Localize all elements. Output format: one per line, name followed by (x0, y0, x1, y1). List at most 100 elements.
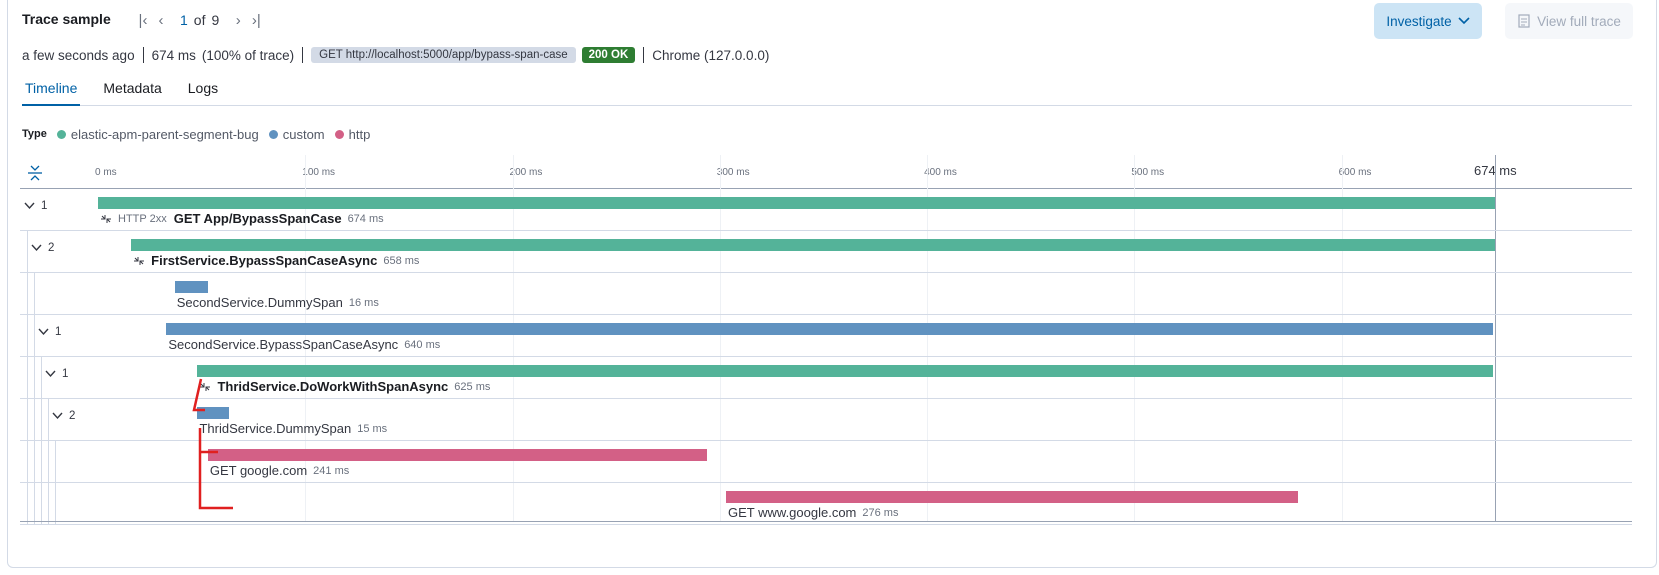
timeline-axis: 0 ms 100 ms 200 ms 300 ms 400 ms 500 ms 600 ms… (20, 155, 1632, 189)
chevron-down-icon (45, 370, 56, 378)
child-count: 1 (62, 368, 69, 380)
waterfall-row[interactable]: 1 ThridService.DoWorkWithSpanAsync 625 ms (20, 357, 1632, 399)
span-bar[interactable] (207, 449, 708, 461)
span-label[interactable]: SecondService.BypassSpanCaseAsync 640 ms (168, 337, 440, 352)
span-label[interactable]: SecondService.DummySpan 16 ms (177, 295, 379, 310)
span-duration: 658 ms (383, 254, 420, 267)
trace-duration: 674 ms (151, 47, 196, 63)
view-full-trace-button[interactable]: View full trace (1505, 3, 1633, 39)
indent-guide (34, 273, 35, 315)
trace-pager: |‹ ‹ 1 of 9 › ›| (134, 9, 265, 31)
current-page[interactable]: 1 (180, 12, 188, 28)
row-toggle[interactable]: 2 (31, 242, 54, 254)
indent-guide (41, 399, 42, 441)
url-badge: GET http://localhost:5000/app/bypass-spa… (311, 47, 576, 63)
user-agent: Chrome (127.0.0.0) (652, 47, 770, 63)
divider (142, 47, 144, 63)
first-page-icon[interactable]: |‹ (134, 12, 152, 29)
axis-tick-label: 600 ms (1338, 167, 1372, 178)
chevron-down-icon (31, 244, 42, 252)
indent-guide (34, 399, 35, 441)
row-toggle[interactable]: 2 (52, 410, 75, 422)
axis-tick-label: 200 ms (509, 167, 543, 178)
row-toggle[interactable]: 1 (38, 326, 61, 338)
type-legend: Type elastic-apm-parent-segment-bug cust… (22, 126, 380, 142)
legend-title: Type (22, 128, 47, 140)
waterfall-row[interactable]: 2 FirstService.BypassSpanCaseAsync 658 ms (20, 231, 1632, 273)
span-label[interactable]: FirstService.BypassSpanCaseAsync 658 ms (133, 253, 419, 268)
tab-timeline[interactable]: Timeline (22, 76, 81, 106)
span-name: SecondService.BypassSpanCaseAsync (168, 337, 399, 352)
indent-guide (27, 231, 28, 273)
legend-dot (334, 129, 344, 139)
chevron-down-icon (38, 328, 49, 336)
span-duration: 16 ms (348, 296, 379, 309)
waterfall-row[interactable]: 2 ThridService.DummySpan 15 ms (20, 399, 1632, 441)
collapse-all-icon[interactable] (26, 164, 44, 182)
divider (643, 47, 645, 63)
tab-metadata[interactable]: Metadata (100, 76, 164, 106)
span-name: ThridService.DoWorkWithSpanAsync (217, 379, 449, 394)
waterfall-row[interactable]: 1 HTTP 2xx GET App/BypassSpanCase 674 ms (20, 189, 1632, 231)
waterfall-row[interactable]: 1 SecondService.BypassSpanCaseAsync 640 ms (20, 315, 1632, 357)
legend-label: http (348, 126, 371, 142)
service-link-icon (134, 256, 145, 265)
row-toggle[interactable]: 1 (24, 200, 47, 212)
chevron-down-icon (1458, 17, 1470, 25)
span-name: GET google.com (209, 463, 308, 478)
legend-dot (56, 129, 66, 139)
tab-logs[interactable]: Logs (185, 76, 221, 106)
service-link-icon (200, 382, 211, 391)
legend-item: http (334, 126, 371, 142)
last-page-icon[interactable]: ›| (247, 12, 265, 29)
legend-item: elastic-apm-parent-segment-bug (56, 127, 259, 142)
pager-of: of (193, 12, 206, 28)
span-name: SecondService.DummySpan (176, 295, 343, 310)
span-duration: 276 ms (862, 506, 899, 519)
indent-guide (34, 441, 35, 483)
next-page-icon[interactable]: › (229, 12, 247, 29)
status-badge: 200 OK (581, 47, 636, 63)
view-full-trace-label: View full trace (1537, 13, 1621, 29)
trace-percent: (100% of trace) (201, 47, 295, 63)
waterfall-row[interactable]: GET www.google.com 276 ms (20, 483, 1632, 525)
span-name: GET App/BypassSpanCase (173, 211, 342, 226)
span-name: FirstService.BypassSpanCaseAsync (151, 253, 378, 268)
span-bar[interactable] (726, 491, 1299, 503)
span-bar[interactable] (166, 323, 1493, 335)
span-name: ThridService.DummySpan (199, 421, 352, 436)
span-bar[interactable] (98, 197, 1495, 209)
span-duration: 15 ms (357, 422, 388, 435)
legend-label: custom (282, 126, 325, 142)
document-icon (1518, 14, 1530, 28)
investigate-button[interactable]: Investigate (1374, 3, 1482, 39)
chevron-down-icon (24, 202, 35, 210)
indent-guide (55, 441, 56, 483)
waterfall-row[interactable]: SecondService.DummySpan 16 ms (20, 273, 1632, 315)
span-label[interactable]: GET google.com 241 ms (210, 463, 349, 478)
span-duration: 625 ms (454, 380, 491, 393)
waterfall-row[interactable]: GET google.com 241 ms (20, 441, 1632, 483)
indent-guide (48, 441, 49, 483)
span-label[interactable]: HTTP 2xx GET App/BypassSpanCase 674 ms (100, 211, 384, 226)
total-pages: 9 (211, 12, 220, 28)
span-bar[interactable] (197, 365, 1493, 377)
span-bar[interactable] (174, 281, 208, 293)
indent-guide (27, 273, 28, 315)
span-label[interactable]: ThridService.DoWorkWithSpanAsync 625 ms (199, 379, 490, 394)
indent-guide (27, 399, 28, 441)
span-bar[interactable] (197, 407, 229, 419)
indent-guide (27, 357, 28, 399)
span-duration: 241 ms (313, 464, 350, 477)
indent-guide (41, 357, 42, 399)
panel-title: Trace sample (22, 11, 111, 27)
span-label[interactable]: GET www.google.com 276 ms (728, 505, 898, 520)
previous-page-icon[interactable]: ‹ (152, 12, 170, 29)
indent-guide (27, 315, 28, 357)
row-toggle[interactable]: 1 (45, 368, 68, 380)
span-bar[interactable] (131, 239, 1495, 251)
chevron-down-icon (52, 412, 63, 420)
child-count: 2 (69, 410, 76, 422)
span-label[interactable]: ThridService.DummySpan 15 ms (199, 421, 387, 436)
axis-tick-label: 500 ms (1131, 167, 1165, 178)
